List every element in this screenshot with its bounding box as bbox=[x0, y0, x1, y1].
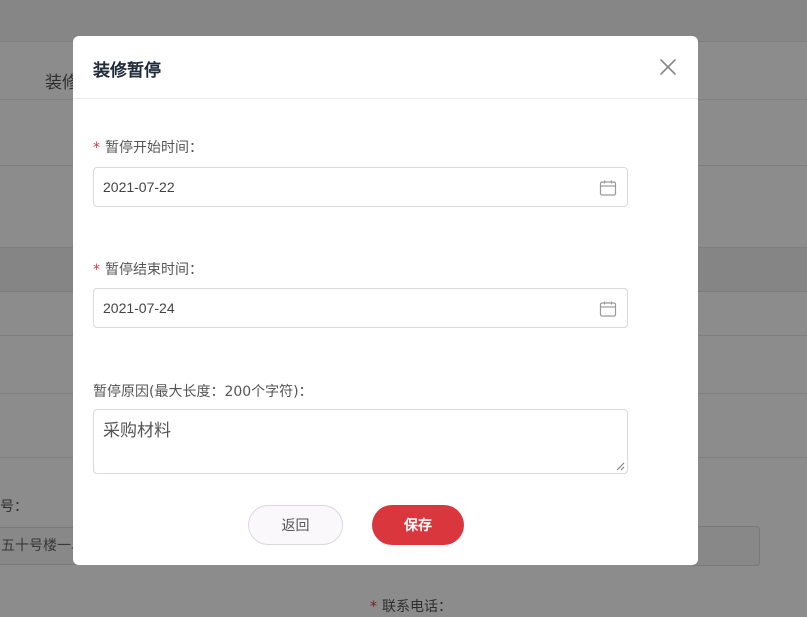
save-button[interactable]: 保存 bbox=[372, 505, 464, 545]
start-date-input[interactable] bbox=[94, 168, 589, 206]
close-button[interactable] bbox=[657, 56, 679, 78]
start-time-label: * 暂停开始时间： bbox=[93, 137, 203, 157]
pause-renovation-dialog: 装修暂停 * 暂停开始时间： * 暂停结束时间： bbox=[73, 36, 698, 565]
reason-label: 暂停原因(最大长度：200个字符)： bbox=[93, 384, 313, 400]
end-date-input[interactable] bbox=[94, 289, 589, 327]
calendar-icon[interactable] bbox=[599, 300, 617, 318]
resize-handle-icon[interactable] bbox=[616, 462, 625, 471]
start-time-label-text: 暂停开始时间： bbox=[105, 140, 203, 156]
reason-textarea[interactable]: 采购材料 bbox=[94, 410, 627, 473]
dialog-title: 装修暂停 bbox=[93, 61, 161, 81]
required-mark: * bbox=[93, 262, 100, 278]
close-icon bbox=[660, 59, 676, 75]
start-date-field[interactable] bbox=[93, 167, 628, 207]
back-button[interactable]: 返回 bbox=[248, 505, 343, 545]
end-time-label-text: 暂停结束时间： bbox=[105, 262, 203, 278]
calendar-icon[interactable] bbox=[599, 179, 617, 197]
end-date-field[interactable] bbox=[93, 288, 628, 328]
reason-field[interactable]: 采购材料 bbox=[93, 409, 628, 474]
end-time-label: * 暂停结束时间： bbox=[93, 259, 203, 279]
required-mark: * bbox=[93, 140, 100, 156]
dialog-header: 装修暂停 bbox=[73, 36, 698, 99]
